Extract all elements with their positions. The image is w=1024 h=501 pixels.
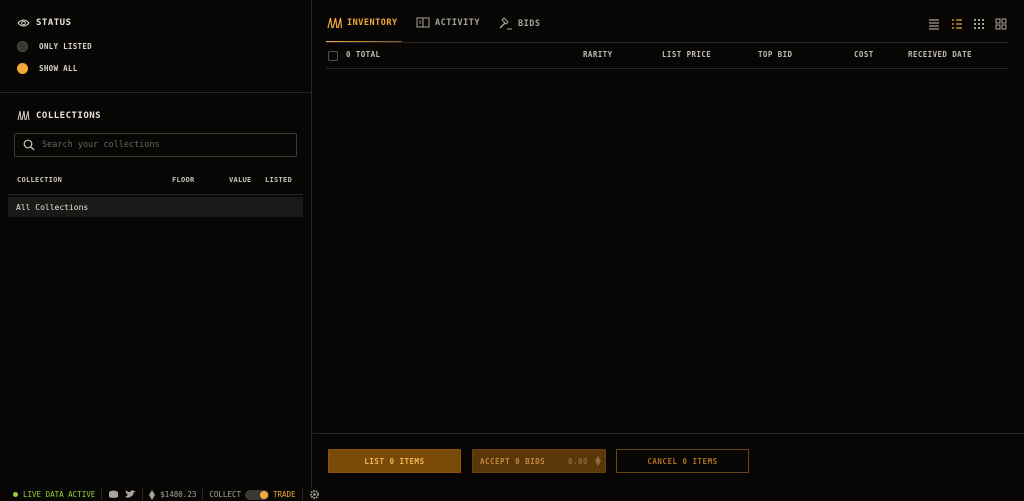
radio-show-all[interactable]: SHOW ALL [17, 63, 78, 74]
radio-only-listed[interactable]: ONLY LISTED [17, 41, 92, 52]
button-label: ACCEPT 0 BIDS [480, 456, 546, 466]
divider [101, 488, 103, 501]
button-label: CANCEL 0 ITEMS [647, 456, 718, 466]
tab-activity[interactable]: ACTIVITY [416, 17, 480, 28]
list-icon[interactable] [928, 18, 940, 30]
radio-label: ONLY LISTED [39, 42, 92, 51]
col-collection[interactable]: COLLECTION [17, 176, 62, 184]
detailed-list-icon[interactable] [951, 18, 963, 30]
toggle-knob[interactable] [259, 490, 268, 499]
collections-icon [327, 17, 342, 29]
search-input[interactable]: Search your collections [42, 140, 160, 150]
tab-bids[interactable]: BIDS [499, 17, 540, 30]
mode-toggle[interactable] [244, 489, 269, 500]
eye-icon [17, 19, 30, 27]
radio-indicator[interactable] [17, 41, 28, 52]
live-status: LIVE DATA ACTIVE [23, 490, 96, 499]
status-heading: STATUS [17, 18, 72, 28]
accept-bids-button[interactable]: ACCEPT 0 BIDS 0.00 [472, 449, 606, 473]
divider [301, 488, 303, 501]
collections-icon [17, 110, 30, 121]
tab-label: BIDS [518, 18, 541, 29]
col-top-bid[interactable]: TOP BID [758, 50, 792, 59]
divider [326, 68, 1009, 69]
tab-inventory[interactable]: INVENTORY [327, 17, 398, 29]
divider [202, 488, 204, 501]
status-bar: LIVE DATA ACTIVE $1480.23 COLLECT TRADE [0, 488, 1024, 501]
collection-name: All Collections [16, 202, 89, 212]
status-title: STATUS [36, 18, 72, 28]
cancel-items-button[interactable]: CANCEL 0 ITEMS [616, 449, 749, 473]
col-cost[interactable]: COST [854, 50, 874, 59]
status-section: STATUS ONLY LISTED SHOW ALL [0, 0, 312, 93]
divider [8, 194, 303, 195]
discord-icon[interactable] [108, 490, 119, 499]
collection-row-all[interactable]: All Collections [8, 197, 303, 217]
mode-collect-label: COLLECT [209, 490, 241, 499]
eth-price: $1480.23 [160, 490, 197, 499]
book-icon [416, 17, 430, 28]
list-items-button[interactable]: LIST 0 ITEMS [328, 449, 461, 473]
live-dot-icon [13, 492, 18, 497]
tab-label: ACTIVITY [435, 17, 480, 28]
col-listed[interactable]: LISTED [265, 176, 292, 184]
divider [142, 488, 144, 501]
collections-title: COLLECTIONS [36, 110, 102, 121]
collections-search[interactable]: Search your collections [14, 133, 297, 157]
tab-label: INVENTORY [347, 18, 398, 28]
large-grid-icon[interactable] [995, 18, 1007, 30]
select-all-checkbox[interactable] [328, 51, 338, 61]
divider [313, 433, 1024, 434]
gavel-icon [499, 17, 512, 30]
col-floor[interactable]: FLOOR [172, 176, 195, 184]
col-total[interactable]: 0 TOTAL [346, 50, 380, 59]
col-value[interactable]: VALUE [229, 176, 252, 184]
eth-icon [595, 456, 601, 466]
small-grid-icon[interactable] [973, 18, 985, 30]
col-received-date[interactable]: RECEIVED DATE [908, 50, 972, 59]
accept-value: 0.00 [568, 456, 589, 466]
ethereum-icon [149, 489, 156, 500]
search-icon [23, 139, 35, 151]
gear-icon[interactable] [309, 489, 320, 500]
radio-indicator[interactable] [17, 63, 28, 74]
mode-trade-label: TRADE [272, 490, 296, 499]
radio-label: SHOW ALL [39, 64, 78, 73]
button-label: LIST 0 ITEMS [364, 456, 425, 466]
collections-heading: COLLECTIONS [17, 110, 101, 121]
sidebar: STATUS ONLY LISTED SHOW ALL COLLECTIONS … [0, 0, 312, 488]
divider [326, 42, 1009, 43]
col-list-price[interactable]: LIST PRICE [662, 50, 711, 59]
twitter-icon[interactable] [125, 490, 137, 499]
col-rarity[interactable]: RARITY [583, 50, 613, 59]
